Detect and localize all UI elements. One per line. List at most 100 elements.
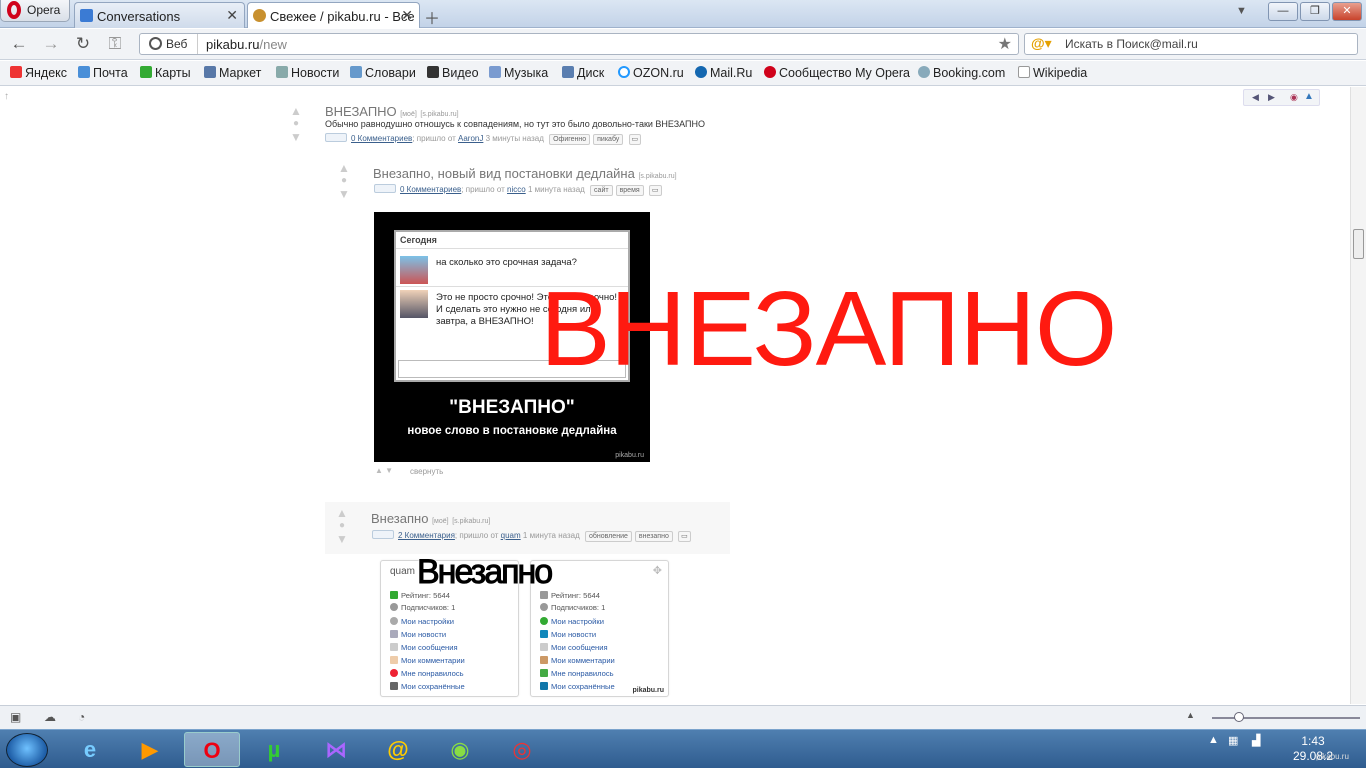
web-scope-badge[interactable]: Веб [140, 34, 198, 54]
vote-up-icon[interactable]: ▲ [335, 162, 353, 174]
reload-button[interactable]: ↻ [72, 34, 94, 54]
bookmark-wikipedia[interactable]: Wikipedia [1018, 66, 1087, 80]
url-text[interactable]: pikabu.ru/new [206, 37, 287, 52]
bookmark-booking[interactable]: Booking.com [918, 66, 1005, 80]
bookmark-yandex[interactable]: Яндекс [10, 66, 67, 80]
bookmark-market[interactable]: Маркет [204, 66, 261, 80]
tag[interactable]: обновление [585, 531, 632, 542]
utorrent-icon[interactable]: µ [246, 732, 302, 767]
bookmark-video[interactable]: Видео [427, 66, 479, 80]
bookmark-dictionaries[interactable]: Словари [350, 66, 416, 80]
share-button[interactable] [372, 530, 394, 539]
comments-link[interactable]: 0 Комментариев [400, 185, 461, 194]
internet-explorer-icon[interactable]: e [62, 732, 118, 767]
close-tab-icon[interactable]: ✕ [401, 7, 413, 24]
bookmark-ozon[interactable]: OZON.ru [618, 66, 684, 80]
bookmark-label: Видео [442, 66, 479, 80]
vertical-scrollbar[interactable] [1350, 87, 1366, 704]
profile-link-label: Мне понравилось [551, 669, 614, 678]
vote-down-icon[interactable]: ▼ [335, 188, 353, 200]
bookmark-mail[interactable]: Почта [78, 66, 128, 80]
image-watermark: pikabu.ru [632, 687, 664, 694]
search-field[interactable]: @▾ Искать в Поиск@mail.ru [1024, 33, 1358, 55]
new-tab-icon[interactable]: ＋ [424, 5, 440, 29]
post-title[interactable]: Внезапно [моё] [s.pikabu.ru] [371, 511, 490, 526]
network-signal-icon[interactable]: ▟ [1252, 734, 1260, 747]
bookmark-music[interactable]: Музыка [489, 66, 548, 80]
collapse-arrows-icon[interactable]: ▲ ▼ [375, 466, 393, 475]
key-icon[interactable]: ⚿ [104, 34, 126, 54]
view-options-icon[interactable]: ▲ [1186, 710, 1195, 720]
comments-link[interactable]: 2 Комментария [398, 531, 455, 540]
mail-agent-icon[interactable]: @ [370, 732, 426, 767]
tag[interactable]: пикабу [593, 134, 624, 145]
prev-arrow-icon[interactable]: ◀ [1252, 92, 1259, 103]
scrollbar-thumb[interactable] [1353, 229, 1364, 259]
tab-pikabu[interactable]: Свежее / pikabu.ru - Все ✕ [247, 2, 420, 28]
media-player-icon[interactable]: ▶ [122, 732, 178, 767]
chrome-icon[interactable]: ◎ [494, 732, 550, 767]
speed-dial-icon[interactable]: ◔ [78, 710, 85, 724]
save-icon[interactable]: ▭ [678, 531, 691, 542]
tray-expand-icon[interactable]: ▲ [1208, 734, 1219, 746]
bookmark-disk[interactable]: Диск [562, 66, 604, 80]
zoom-slider-knob[interactable] [1234, 712, 1244, 722]
tag[interactable]: время [615, 185, 644, 196]
user-icon [540, 603, 548, 611]
tag[interactable]: сайт [590, 185, 613, 196]
web-scope-label: Веб [166, 37, 188, 51]
bookmark-news[interactable]: Новости [276, 66, 339, 80]
author-link[interactable]: AaronJ [458, 134, 483, 143]
vote-up-icon[interactable]: ▲ [333, 507, 351, 519]
picasa-icon[interactable]: ◉ [432, 732, 488, 767]
author-link[interactable]: quam [501, 531, 521, 540]
save-icon[interactable]: ▭ [648, 185, 662, 196]
vote-down-icon[interactable]: ▼ [333, 533, 351, 545]
tab-conversations[interactable]: Conversations ✕ [74, 2, 245, 28]
post-title[interactable]: ВНЕЗАПНО [моё] [s.pikabu.ru] [325, 104, 459, 119]
vote-down-icon[interactable]: ▼ [287, 131, 305, 143]
author-link[interactable]: nicco [507, 185, 526, 194]
forward-button[interactable]: → [40, 34, 62, 54]
bookmark-star-icon[interactable]: ★ [998, 34, 1012, 54]
bookmark-mailru[interactable]: Mail.Ru [695, 66, 752, 80]
bookmark-label: Booking.com [933, 66, 1006, 80]
back-button[interactable]: ← [8, 34, 30, 54]
panel-toggle-icon[interactable]: ▣ [10, 710, 21, 724]
address-field[interactable]: Веб pikabu.ru/new ★ [139, 33, 1019, 55]
close-window-button[interactable]: ✕ [1332, 2, 1362, 21]
scroll-top-icon[interactable]: ↑ [4, 91, 9, 102]
post-own-mark: [моё] [432, 518, 449, 525]
minimize-button[interactable]: — [1268, 2, 1298, 21]
profile-link-messages: Мои сообщения [540, 643, 608, 652]
bookmark-label: Новости [291, 66, 340, 80]
tag[interactable]: внезапно [634, 531, 673, 542]
visual-studio-icon[interactable]: ⋈ [308, 732, 364, 767]
bookmark-my-opera[interactable]: Сообщество My Opera [764, 66, 910, 80]
save-icon[interactable]: ▭ [628, 134, 642, 145]
next-arrow-icon[interactable]: ▶ [1268, 92, 1275, 103]
start-button[interactable] [6, 733, 48, 767]
tab-list-chevron-icon[interactable]: ▼ [1236, 5, 1247, 17]
maximize-button[interactable]: ❐ [1300, 2, 1330, 21]
share-button[interactable] [325, 133, 347, 142]
vote-up-icon[interactable]: ▲ [287, 105, 305, 117]
zoom-slider[interactable] [1212, 712, 1360, 722]
meta-from-label: ; пришло от [412, 134, 456, 143]
image-caption-subtitle: новое слово в постановке дедлайна [407, 425, 617, 437]
bookmark-maps[interactable]: Карты [140, 66, 191, 80]
rating-icon [390, 591, 398, 599]
close-tab-icon[interactable]: ✕ [226, 7, 238, 24]
opera-menu-button[interactable]: Opera [0, 0, 70, 22]
post-title[interactable]: Внезапно, новый вид постановки дедлайна … [373, 166, 677, 181]
collapse-link[interactable]: свернуть [410, 467, 443, 476]
cloud-icon[interactable]: ☁ [44, 710, 56, 724]
news-icon [276, 66, 288, 78]
share-button[interactable] [374, 184, 396, 193]
opera-taskbar-icon[interactable]: O [184, 732, 240, 767]
tag[interactable]: Офигенно [549, 134, 591, 145]
eye-icon[interactable]: ◉ [1290, 92, 1298, 103]
up-icon[interactable]: ▲ [1304, 91, 1314, 102]
tray-app-icon[interactable]: ▦ [1228, 734, 1238, 747]
comments-link[interactable]: 0 Комментариев [351, 134, 412, 143]
